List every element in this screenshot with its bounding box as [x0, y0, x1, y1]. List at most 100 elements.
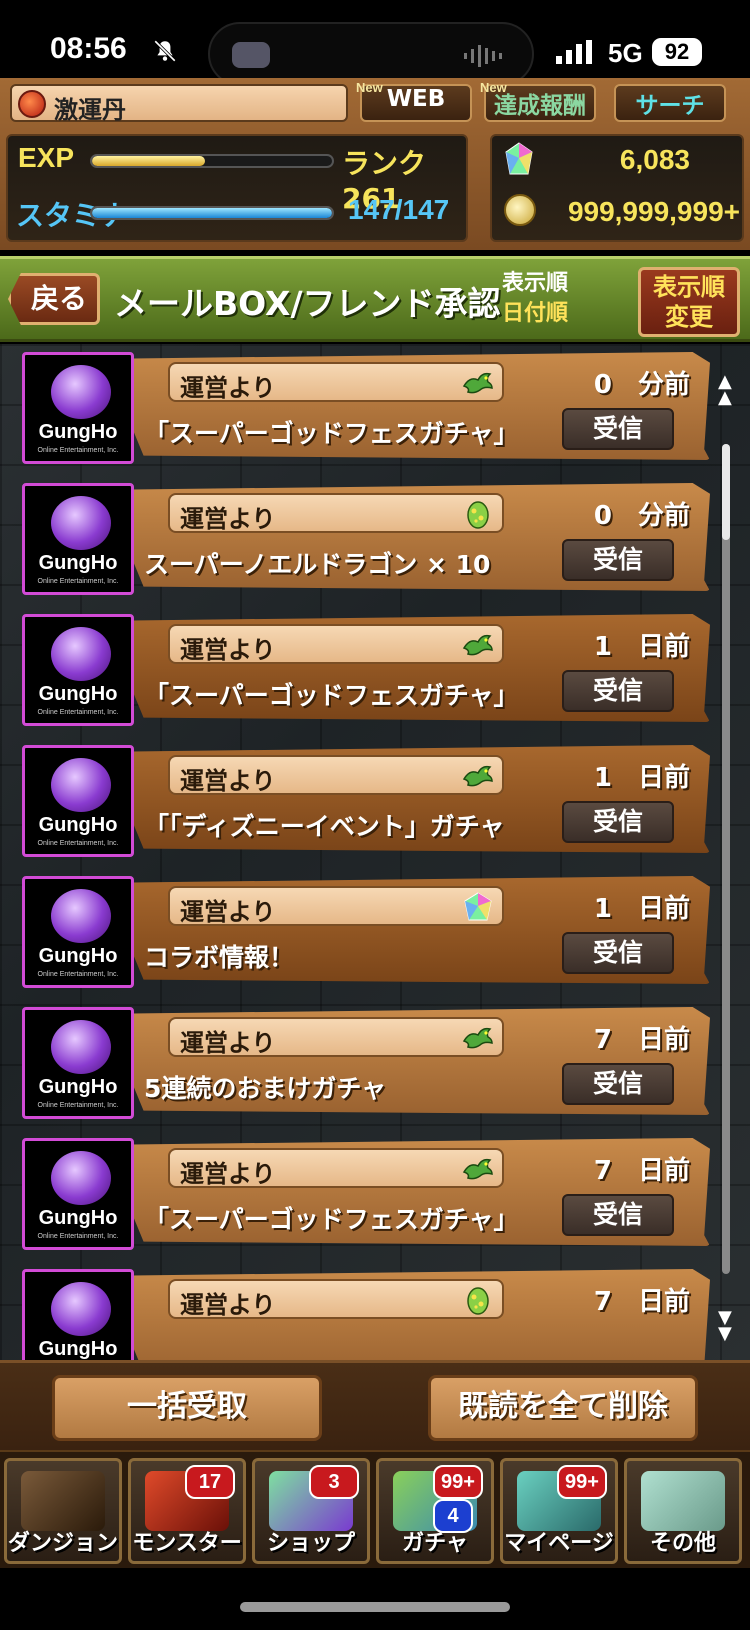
web-button[interactable]: New WEB	[356, 80, 472, 122]
receive-button[interactable]: 受信	[562, 1063, 674, 1105]
mail-item[interactable]: GungHo Online Entertainment, Inc. 運営より 1 日前…	[22, 872, 710, 990]
coin-count: 999,999,999+	[567, 196, 740, 227]
gungho-logo: GungHo Online Entertainment, Inc.	[22, 483, 134, 595]
exp-stamina-panel: EXP ランク 261 スタミナ 147/147	[6, 134, 468, 242]
battery-level: 92	[652, 38, 702, 66]
scroll-down-arrow-icon[interactable]: ▼ ▼	[718, 1309, 732, 1343]
bell-muted-icon	[154, 40, 176, 62]
change-sort-button-line2: 変更	[665, 303, 713, 331]
gungho-swirl-icon	[51, 1020, 111, 1074]
logo-brand-text: GungHo	[38, 1338, 118, 1360]
mail-item[interactable]: GungHo Online Entertainment, Inc. 運営より 1 日前…	[22, 610, 710, 728]
dragon-icon	[462, 1023, 494, 1053]
exp-label: EXP	[18, 142, 75, 173]
receive-button[interactable]: 受信	[562, 801, 674, 843]
nav-item[interactable]: ガチャ 99+ 4	[376, 1458, 494, 1564]
live-activity-thumbnail	[232, 42, 270, 68]
mail-item[interactable]: GungHoOnline Entertainment, Inc. 運営より 7 日前	[22, 1265, 710, 1360]
gungho-swirl-icon	[51, 365, 111, 419]
mail-sender: 運営より	[168, 362, 504, 402]
scroll-up-arrow-icon[interactable]: ▲ ▲	[718, 373, 732, 407]
mail-action-bar: 一括受取 既読を全て削除	[0, 1360, 750, 1450]
nav-item[interactable]: モンスター 17	[128, 1458, 246, 1564]
logo-brand-text: GungHo	[38, 814, 118, 836]
new-tag: New	[356, 80, 383, 95]
nav-item-art	[641, 1471, 725, 1531]
nav-item[interactable]: ダンジョン	[4, 1458, 122, 1564]
dragon-icon	[462, 761, 494, 791]
mail-item[interactable]: GungHo Online Entertainment, Inc. 運営より 1 日前…	[22, 741, 710, 859]
mail-item[interactable]: GungHo Online Entertainment, Inc. 運営より 7 日前…	[22, 1003, 710, 1121]
mail-time: 1 日前	[593, 632, 690, 662]
scrollbar-track[interactable]	[722, 444, 730, 1274]
mail-sender: 運営より	[168, 624, 504, 664]
dragon-icon	[462, 1154, 494, 1184]
mail-sender: 運営より	[168, 1148, 504, 1188]
gungho-logo: GungHo Online Entertainment, Inc.	[22, 1007, 134, 1119]
receive-button[interactable]: 受信	[562, 539, 674, 581]
scrollbar-thumb[interactable]	[722, 444, 730, 540]
mail-time: 1 日前	[593, 763, 690, 793]
mail-time: 7 日前	[593, 1156, 690, 1186]
nav-item[interactable]: その他	[624, 1458, 742, 1564]
logo-brand-text: GungHo	[38, 945, 118, 967]
mail-item[interactable]: GungHo Online Entertainment, Inc. 運営より 0 分前…	[22, 348, 710, 466]
sort-order-value: 日付順	[502, 301, 569, 326]
nav-item-label: ダンジョン	[7, 1531, 118, 1556]
new-tag: New	[480, 80, 507, 95]
mail-sender-text: 運営より	[180, 1029, 276, 1057]
delete-read-button[interactable]: 既読を全て削除	[428, 1375, 698, 1441]
mail-subject: 「スーパーゴッドフェスガチャ」	[144, 419, 519, 448]
search-button[interactable]: サーチ	[614, 84, 726, 122]
home-indicator-area	[0, 1568, 750, 1630]
logo-brand-text: GungHo	[38, 683, 118, 705]
status-bar: 08:56 5G 92	[0, 0, 750, 86]
mail-list[interactable]: GungHo Online Entertainment, Inc. 運営より 0 分前…	[0, 344, 750, 1360]
mail-sender-text: 運営より	[180, 636, 276, 664]
stamina-bar-fill	[92, 208, 332, 218]
nav-badge: 17	[185, 1465, 235, 1499]
mail-sender: 運営より	[168, 493, 504, 533]
mail-item[interactable]: GungHo Online Entertainment, Inc. 運営より 7 日前…	[22, 1134, 710, 1252]
mail-subject: 「スーパーゴッドフェスガチャ」	[144, 1205, 519, 1234]
logo-sub-text: Online Entertainment, Inc.	[37, 971, 119, 978]
mail-sender-text: 運営より	[180, 505, 276, 533]
gekiunta-orb-icon	[18, 90, 46, 118]
mail-time: 0 分前	[593, 370, 690, 400]
change-sort-button[interactable]: 表示順 変更	[638, 267, 740, 337]
back-button[interactable]: 戻る	[8, 273, 100, 325]
home-indicator[interactable]	[240, 1602, 510, 1612]
receive-button[interactable]: 受信	[562, 670, 674, 712]
logo-brand-text: GungHo	[38, 1207, 118, 1229]
receive-button[interactable]: 受信	[562, 932, 674, 974]
logo-sub-text: Online Entertainment, Inc.	[37, 447, 119, 454]
logo-brand-text: GungHo	[38, 552, 118, 574]
achievement-button[interactable]: New 達成報酬	[480, 80, 596, 122]
receive-button[interactable]: 受信	[562, 408, 674, 450]
nav-item-label: その他	[649, 1531, 716, 1556]
logo-sub-text: Online Entertainment, Inc.	[37, 840, 119, 847]
gungho-logo: GungHo Online Entertainment, Inc.	[22, 614, 134, 726]
active-item-name: 激運丹	[54, 96, 126, 124]
nav-item[interactable]: ショップ 3	[252, 1458, 370, 1564]
mail-item[interactable]: GungHo Online Entertainment, Inc. 運営より 0 分前…	[22, 479, 710, 597]
nav-item[interactable]: マイページ 99+	[500, 1458, 618, 1564]
receive-all-button[interactable]: 一括受取	[52, 1375, 322, 1441]
mail-sender-text: 運営より	[180, 1160, 276, 1188]
receive-button[interactable]: 受信	[562, 1194, 674, 1236]
magic-stone-icon	[505, 142, 533, 175]
nav-badge: 99+	[557, 1465, 607, 1499]
mail-subject: コラボ情報！	[144, 943, 295, 972]
exp-bar-fill	[92, 156, 205, 166]
sort-order-label: 表示順	[502, 271, 569, 296]
network-type: 5G	[608, 38, 643, 68]
mail-time: 0 分前	[593, 501, 690, 531]
mail-subject: 5連続のおまけガチャ	[144, 1074, 387, 1103]
active-item-bar[interactable]: 激運丹	[10, 84, 348, 124]
bottom-navigation: ダンジョン モンスター 17 ショップ 3 ガチャ 99+ 4 マイページ 99+ その他	[0, 1450, 750, 1568]
gungho-swirl-icon	[51, 758, 111, 812]
audio-waveform-icon	[464, 45, 502, 67]
mail-time: 7 日前	[593, 1287, 690, 1317]
gungho-logo: GungHo Online Entertainment, Inc.	[22, 1138, 134, 1250]
currency-panel[interactable]: 6,083 999,999,999+	[490, 134, 744, 242]
